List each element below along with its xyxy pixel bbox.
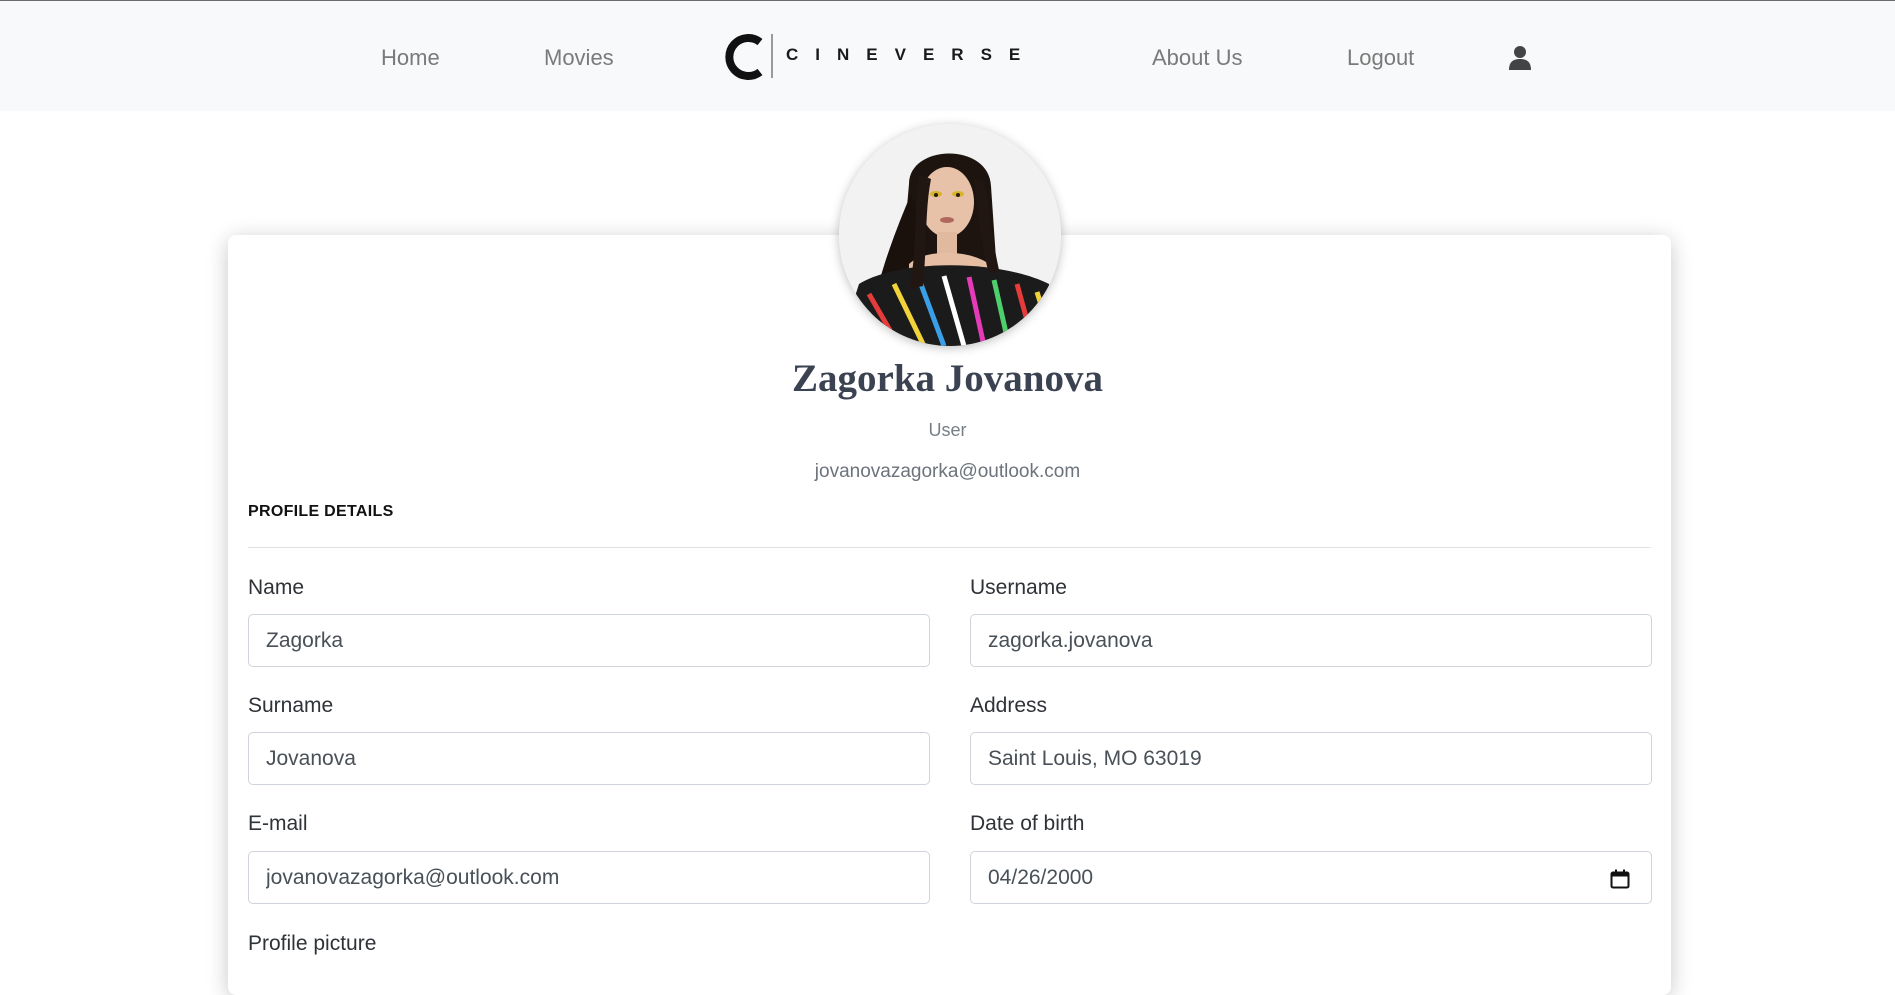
username-input[interactable] xyxy=(970,614,1652,667)
section-title: PROFILE DETAILS xyxy=(248,503,394,520)
profile-role: User xyxy=(928,420,967,440)
logo-c-icon xyxy=(725,34,763,80)
name-input[interactable] xyxy=(248,614,930,667)
username-label: Username xyxy=(970,576,1067,599)
name-label: Name xyxy=(248,576,305,599)
profile-email: jovanovazagorka@outlook.com xyxy=(814,461,1081,482)
navbar: Home Movies CINEVERSE About Us Logout xyxy=(0,0,1895,111)
email-label: E-mail xyxy=(248,812,308,835)
address-label: Address xyxy=(970,694,1048,717)
profile-avatar xyxy=(839,124,1061,346)
address-input[interactable] xyxy=(970,732,1652,785)
nav-logout-link[interactable]: Logout xyxy=(1347,45,1414,71)
surname-label: Surname xyxy=(248,694,334,717)
calendar-icon[interactable] xyxy=(1610,869,1630,889)
email-input[interactable] xyxy=(248,851,930,904)
nav-home-link[interactable]: Home xyxy=(381,45,440,71)
nav-about-link[interactable]: About Us xyxy=(1152,45,1243,71)
user-icon[interactable] xyxy=(1508,45,1532,71)
dob-input[interactable] xyxy=(970,851,1652,904)
dob-label: Date of birth xyxy=(970,812,1085,835)
surname-input[interactable] xyxy=(248,732,930,785)
nav-movies-link[interactable]: Movies xyxy=(544,45,614,71)
section-divider xyxy=(248,547,1651,548)
profile-name: Zagorka Jovanova xyxy=(792,357,1103,400)
brand-logo[interactable]: CINEVERSE xyxy=(724,32,1024,82)
profile-picture-label: Profile picture xyxy=(248,932,377,955)
brand-name: CINEVERSE xyxy=(786,45,1038,64)
logo-divider xyxy=(771,34,773,78)
